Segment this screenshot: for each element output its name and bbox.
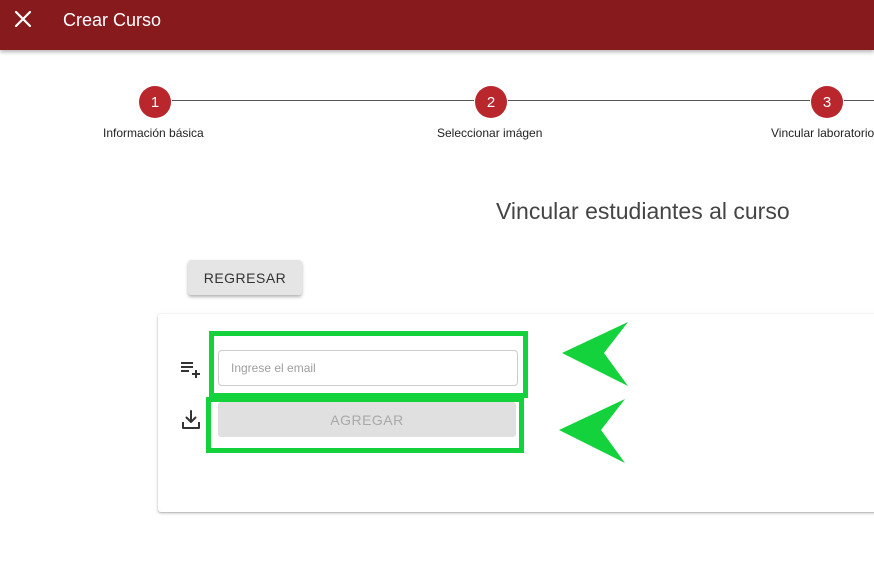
playlist-add-icon (181, 362, 200, 378)
app-bar-title: Crear Curso (63, 10, 162, 30)
section-title: Vincular estudiantes al curso (496, 198, 790, 224)
highlight-box-add (206, 397, 524, 453)
step-2-label: Seleccionar imágen (437, 126, 543, 140)
step-1-circle[interactable]: 1 (139, 86, 171, 118)
annotation-arrow-icon (559, 399, 625, 463)
close-icon (14, 10, 32, 28)
step-2-circle[interactable]: 2 (475, 86, 507, 118)
close-button[interactable] (12, 8, 34, 30)
app-bar: Crear Curso (0, 0, 874, 50)
download-icon (182, 410, 200, 429)
highlight-box-email (209, 331, 528, 398)
step-connector (172, 100, 474, 101)
stepper: 1 Información básica 2 Seleccionar imáge… (0, 86, 874, 146)
step-connector (844, 100, 874, 101)
annotation-arrow-icon (562, 322, 628, 386)
step-3-label: Vincular laboratorio (771, 126, 874, 140)
back-button[interactable]: REGRESAR (188, 260, 302, 295)
step-1-label: Información básica (103, 126, 204, 140)
step-connector (508, 100, 810, 101)
step-3-circle[interactable]: 3 (811, 86, 843, 118)
